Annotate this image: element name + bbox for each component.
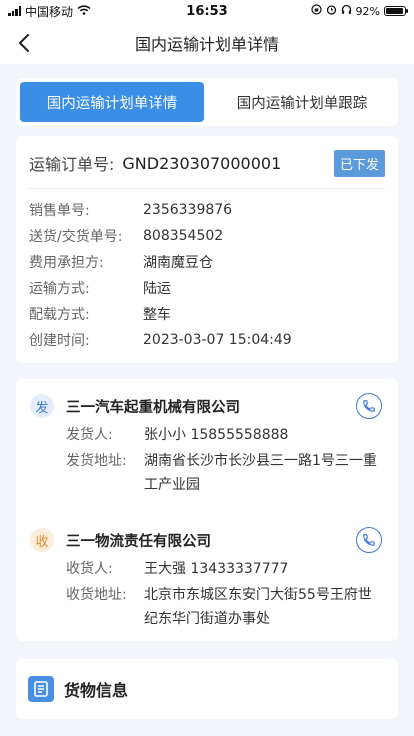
status-right: 92% (310, 4, 408, 18)
info-row-payer: 费用承担方: 湖南魔豆仓 (29, 249, 385, 275)
info-value: 2023-03-07 15:04:49 (143, 332, 292, 348)
info-value: 陆运 (143, 281, 171, 297)
info-value: 湖南魔豆仓 (143, 255, 213, 271)
nav-bar: 国内运输计划单详情 (0, 22, 414, 64)
alarm-icon (326, 4, 337, 18)
receiver-contact-row: 收货人: 王大强 13433337777 (30, 557, 384, 581)
info-key: 送货/交货单号: (29, 229, 123, 245)
signal-icon (8, 6, 21, 16)
page-title: 国内运输计划单详情 (134, 35, 279, 54)
sender-call-button[interactable] (356, 393, 382, 419)
info-row-load-mode: 配载方式: 整车 (29, 301, 385, 327)
battery-fill (386, 8, 403, 14)
battery-percent: 92% (355, 4, 380, 18)
sender-badge: 发 (30, 394, 54, 418)
status-bar: 中国移动 16:53 92% (0, 0, 414, 22)
order-header: 运输订单号: GND230307000001 已下发 (29, 148, 385, 178)
sender-header: 发 三一汽车起重机械有限公司 (30, 391, 384, 421)
sender-contact: 张小小 15855558888 (144, 427, 289, 443)
info-key: 创建时间: (29, 333, 90, 349)
receiver-address-label: 收货地址: (66, 587, 127, 603)
receiver-section: 收 三一物流责任有限公司 收货人: 王大强 13433337777 收货地址: … (30, 525, 384, 631)
order-number: GND230307000001 (122, 153, 282, 173)
order-number-label: 运输订单号: (29, 155, 115, 174)
info-row-created-time: 创建时间: 2023-03-07 15:04:49 (29, 327, 385, 353)
phone-icon (363, 534, 375, 546)
sender-company: 三一汽车起重机械有限公司 (66, 399, 240, 416)
receiver-contact-label: 收货人: (66, 561, 113, 577)
tab-plan-tracking[interactable]: 国内运输计划单跟踪 (210, 82, 394, 122)
info-key: 配载方式: (29, 307, 90, 323)
info-value: 808354502 (143, 228, 224, 244)
sender-section: 发 三一汽车起重机械有限公司 发货人: 张小小 15855558888 发货地址… (30, 391, 384, 497)
sender-address-label: 发货地址: (66, 453, 127, 469)
lock-rotation-icon (310, 4, 322, 18)
receiver-header: 收 三一物流责任有限公司 (30, 525, 384, 555)
order-card: 运输订单号: GND230307000001 已下发 销售单号: 23563398… (16, 136, 398, 363)
receiver-badge: 收 (30, 528, 54, 552)
status-time: 16:53 (186, 3, 228, 19)
divider (29, 188, 385, 189)
receiver-call-button[interactable] (356, 527, 382, 553)
receiver-company: 三一物流责任有限公司 (66, 533, 211, 550)
info-value: 整车 (143, 307, 171, 323)
info-row-delivery-no: 送货/交货单号: 808354502 (29, 223, 385, 249)
receiver-address-row: 收货地址: 北京市东城区东安门大街55号王府世纪东华门街道办事处 (30, 583, 384, 631)
receiver-address: 北京市东城区东安门大街55号王府世纪东华门街道办事处 (144, 587, 372, 627)
info-key: 运输方式: (29, 281, 90, 297)
status-left: 中国移动 (8, 3, 91, 20)
headphones-icon (341, 4, 352, 18)
battery-icon (384, 6, 408, 16)
info-row-sales-no: 销售单号: 2356339876 (29, 197, 385, 223)
document-icon (28, 676, 54, 702)
info-key: 销售单号: (29, 203, 90, 219)
sender-address: 湖南省长沙市长沙县三一路1号三一重工产业园 (144, 453, 377, 493)
phone-icon (363, 400, 375, 412)
sender-address-row: 发货地址: 湖南省长沙市长沙县三一路1号三一重工产业园 (30, 449, 384, 497)
goods-section-title: 货物信息 (64, 681, 129, 700)
carrier-name: 中国移动 (25, 4, 74, 19)
goods-card[interactable]: 货物信息 (16, 659, 398, 719)
status-badge: 已下发 (333, 149, 385, 177)
back-button[interactable] (10, 29, 38, 57)
tab-area: 国内运输计划单详情 国内运输计划单跟踪 (0, 64, 414, 126)
tab-plan-detail[interactable]: 国内运输计划单详情 (20, 82, 204, 122)
party-card: 发 三一汽车起重机械有限公司 发货人: 张小小 15855558888 发货地址… (16, 379, 398, 641)
chevron-left-icon (19, 34, 29, 52)
wifi-icon (77, 4, 91, 18)
sender-contact-label: 发货人: (66, 427, 113, 443)
sender-contact-row: 发货人: 张小小 15855558888 (30, 423, 384, 447)
receiver-contact: 王大强 13433337777 (144, 561, 289, 577)
tab-bar: 国内运输计划单详情 国内运输计划单跟踪 (16, 78, 398, 126)
info-value: 2356339876 (143, 202, 233, 218)
info-key: 费用承担方: (29, 255, 104, 271)
info-row-transport-mode: 运输方式: 陆运 (29, 275, 385, 301)
